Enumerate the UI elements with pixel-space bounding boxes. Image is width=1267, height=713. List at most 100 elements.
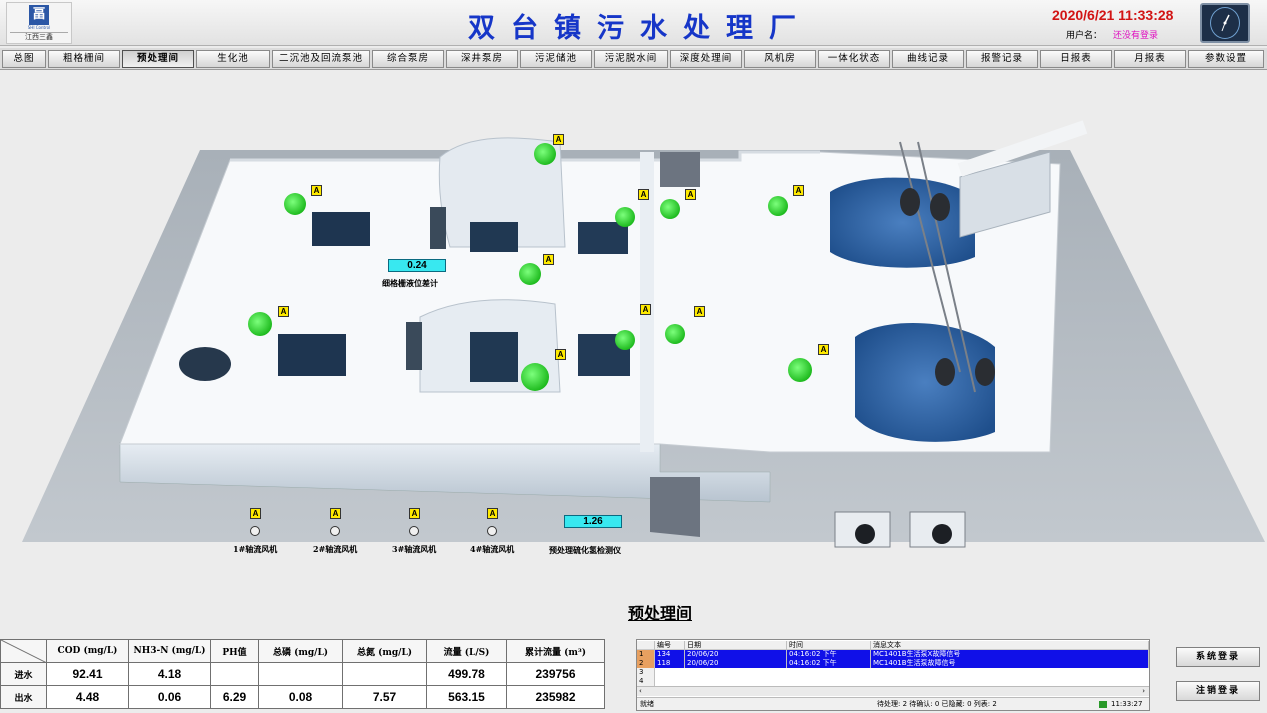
- col-time: 时间: [787, 641, 871, 650]
- alarm-row[interactable]: 4: [637, 677, 1149, 686]
- water-quality-table: COD (mg/L) NH3-N (mg/L) PH值 总磷 (mg/L) 总氮…: [0, 639, 605, 709]
- fan-2-label: 2#轴流风机: [313, 544, 358, 554]
- alarm-badge[interactable]: A: [543, 254, 554, 265]
- nav-coarse-screen[interactable]: 粗格栅间: [48, 50, 120, 68]
- alarm-badge[interactable]: A: [818, 344, 829, 355]
- row-label-inlet: 进水: [0, 662, 47, 686]
- alarm-badge[interactable]: A: [409, 508, 420, 519]
- status-ready: 就绪: [640, 700, 654, 708]
- fan-status-indicator[interactable]: [330, 526, 340, 536]
- header-bar: 畐 SHI Control 江西三鑫 双台镇污水处理厂 2020/6/21 11…: [0, 0, 1267, 46]
- nav-pretreatment[interactable]: 预处理间: [122, 50, 194, 68]
- col-header: 累计流量 (m³): [506, 639, 605, 663]
- h2s-label: 预处理硫化氢检测仪: [549, 545, 621, 555]
- fan-1-label: 1#轴流风机: [233, 544, 278, 554]
- alarm-badge[interactable]: A: [638, 189, 649, 200]
- fan-status-indicator[interactable]: [250, 526, 260, 536]
- nav-deep-well-pump[interactable]: 深井泵房: [446, 50, 518, 68]
- nav-secondary-clarifier[interactable]: 二沉池及回流泵池: [272, 50, 370, 68]
- alarm-row[interactable]: 3: [637, 668, 1149, 677]
- main-nav: 总图 粗格栅间 预处理间 生化池 二沉池及回流泵池 综合泵房 深井泵房 污泥储池…: [0, 48, 1267, 70]
- scroll-left-icon[interactable]: ‹: [639, 687, 642, 695]
- col-date: 日期: [685, 641, 787, 650]
- logo-subtitle: SHI Control: [27, 25, 51, 30]
- outlet-total-flow: 235982: [506, 685, 605, 709]
- nav-sludge-tank[interactable]: 污泥储池: [520, 50, 592, 68]
- outlet-cod: 4.48: [46, 685, 129, 709]
- alarm-status-bar: 就绪 待处理: 2 待确认: 0 已隐藏: 0 列表: 2 11:33:27: [637, 697, 1149, 710]
- alarm-row[interactable]: 2 118 20/06/20 04:16:02 下午 MC1401B生活泵故障信…: [637, 659, 1149, 668]
- pretreatment-scene: A A A A A A A A A A A 0.24 细格栅液位差计 A 1#轴…: [0, 72, 1267, 632]
- alarm-badge[interactable]: A: [685, 189, 696, 200]
- nav-overview[interactable]: 总图: [2, 50, 46, 68]
- alarm-badge[interactable]: A: [250, 508, 261, 519]
- inlet-tp: [258, 662, 343, 686]
- alarm-list-header: 编号 日期 时间 消息文本: [637, 641, 1149, 650]
- level-diff-label: 细格栅液位差计: [382, 278, 438, 288]
- col-header: 总氮 (mg/L): [342, 639, 427, 663]
- alarm-badge[interactable]: A: [330, 508, 341, 519]
- logout-button[interactable]: 注销登录: [1176, 681, 1260, 701]
- fan-3-label: 3#轴流风机: [392, 544, 437, 554]
- inlet-total-flow: 239756: [506, 662, 605, 686]
- nav-biochemical-tank[interactable]: 生化池: [196, 50, 270, 68]
- alarm-badge[interactable]: A: [487, 508, 498, 519]
- alarm-badge[interactable]: A: [694, 306, 705, 317]
- alarm-message-list[interactable]: 编号 日期 时间 消息文本 1 134 20/06/20 04:16:02 下午…: [636, 639, 1150, 711]
- fan-status-indicator[interactable]: [409, 526, 419, 536]
- scroll-right-icon[interactable]: ›: [1142, 687, 1145, 695]
- alarm-badge[interactable]: A: [278, 306, 289, 317]
- alarm-badge[interactable]: A: [311, 185, 322, 196]
- table-corner: [0, 639, 47, 663]
- inlet-cod: 92.41: [46, 662, 129, 686]
- outlet-ph: 6.29: [210, 685, 259, 709]
- col-header: 流量 (L/S): [426, 639, 507, 663]
- horizontal-scrollbar[interactable]: ‹ ›: [637, 686, 1149, 696]
- nav-sludge-dewatering[interactable]: 污泥脱水间: [594, 50, 668, 68]
- current-datetime: 2020/6/21 11:33:28: [1052, 7, 1174, 23]
- status-time: 11:33:27: [1111, 700, 1143, 708]
- outlet-tn: 7.57: [342, 685, 427, 709]
- inlet-tn: [342, 662, 427, 686]
- fan-4-label: 4#轴流风机: [470, 544, 515, 554]
- nav-trend-records[interactable]: 曲线记录: [892, 50, 964, 68]
- alarm-badge[interactable]: A: [555, 349, 566, 360]
- app-title: 双台镇污水处理厂: [468, 13, 812, 44]
- system-login-button[interactable]: 系统登录: [1176, 647, 1260, 667]
- user-status: 还没有登录: [1113, 31, 1159, 41]
- nav-pump-house[interactable]: 综合泵房: [372, 50, 444, 68]
- nav-parameter-settings[interactable]: 参数设置: [1188, 50, 1264, 68]
- nav-blower-room[interactable]: 风机房: [744, 50, 816, 68]
- col-message: 消息文本: [871, 641, 1149, 650]
- logo-icon: 畐: [29, 5, 49, 25]
- alarm-badge[interactable]: A: [553, 134, 564, 145]
- row-label-outlet: 出水: [0, 685, 47, 709]
- inlet-flow: 499.78: [426, 662, 507, 686]
- col-id: 编号: [655, 641, 685, 650]
- logo-company-name: 江西三鑫: [10, 32, 68, 42]
- status-counts: 待处理: 2 待确认: 0 已隐藏: 0 列表: 2: [877, 700, 997, 708]
- nav-advanced-treatment[interactable]: 深度处理间: [670, 50, 742, 68]
- facility-3d-illustration: [22, 120, 1265, 548]
- outlet-nh3n: 0.06: [128, 685, 211, 709]
- nav-alarm-records[interactable]: 报警记录: [966, 50, 1038, 68]
- outlet-tp: 0.08: [258, 685, 343, 709]
- page-title: 预处理间: [627, 604, 692, 623]
- col-header: PH值: [210, 639, 259, 663]
- analog-clock-icon: [1200, 3, 1250, 43]
- inlet-ph: [210, 662, 259, 686]
- nav-monthly-report[interactable]: 月报表: [1114, 50, 1186, 68]
- alarm-badge[interactable]: A: [793, 185, 804, 196]
- table-row: 进水 92.41 4.18 499.78 239756: [0, 662, 605, 686]
- status-ok-icon: [1099, 701, 1107, 708]
- level-diff-value: 0.24: [388, 259, 446, 272]
- alarm-badge[interactable]: A: [640, 304, 651, 315]
- table-row: 出水 4.48 0.06 6.29 0.08 7.57 563.15 23598…: [0, 685, 605, 709]
- h2s-value: 1.26: [564, 515, 622, 528]
- alarm-row[interactable]: 1 134 20/06/20 04:16:02 下午 MC1401B生活泵X故障…: [637, 650, 1149, 659]
- col-header: COD (mg/L): [46, 639, 129, 663]
- nav-daily-report[interactable]: 日报表: [1040, 50, 1112, 68]
- nav-integrated-status[interactable]: 一体化状态: [818, 50, 890, 68]
- fan-status-indicator[interactable]: [487, 526, 497, 536]
- col-header: NH3-N (mg/L): [128, 639, 211, 663]
